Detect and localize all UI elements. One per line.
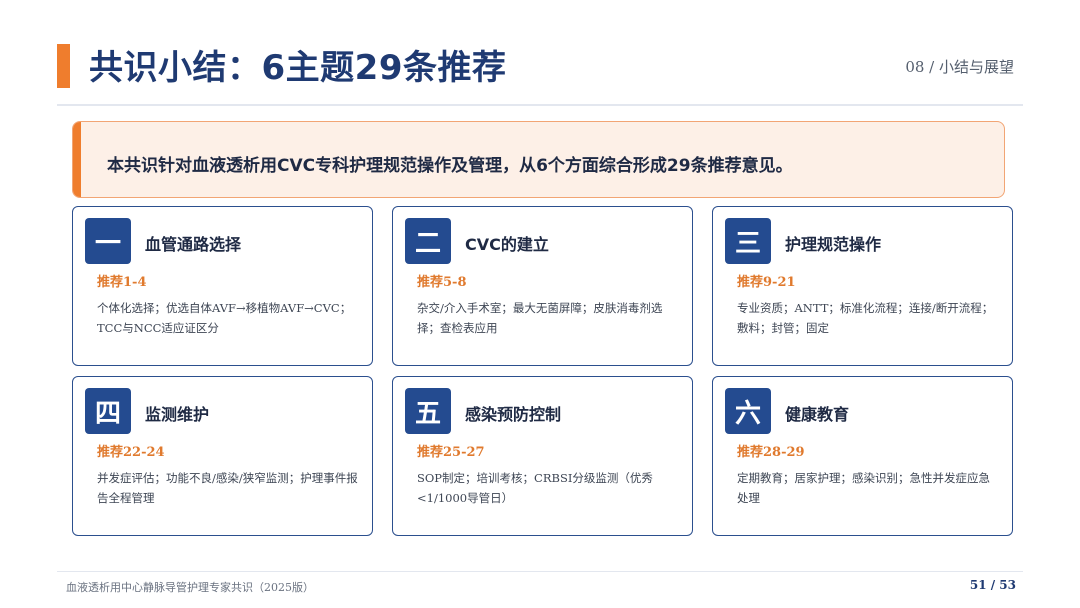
topic-number-badge: 一 [85, 218, 131, 264]
topic-title: 血管通路选择 [145, 235, 242, 254]
topic-description: 定期教育；居家护理；感染识别；急性并发症应急处理 [737, 471, 990, 505]
topic-description: 并发症评估；功能不良/感染/狭窄监测；护理事件报告全程管理 [97, 471, 358, 505]
topic-title: CVC的建立 [465, 235, 549, 254]
topic-card-4: 四 监测维护 推荐22-24 并发症评估；功能不良/感染/狭窄监测；护理事件报告… [72, 376, 373, 536]
topic-title: 感染预防控制 [465, 405, 562, 424]
topic-description: 专业资质；ANTT；标准化流程；连接/断开流程；敷料；封管；固定 [737, 301, 994, 335]
title-accent-bar [57, 44, 70, 88]
topic-number-badge: 五 [405, 388, 451, 434]
recommendation-range: 推荐9-21 [737, 275, 796, 290]
title-divider [57, 104, 1023, 106]
topic-card-6: 六 健康教育 推荐28-29 定期教育；居家护理；感染识别；急性并发症应急处理 [712, 376, 1013, 536]
topic-description: 杂交/介入手术室；最大无菌屏障；皮肤消毒剂选择；查检表应用 [417, 301, 663, 335]
topic-number-badge: 三 [725, 218, 771, 264]
topic-title: 护理规范操作 [785, 235, 882, 254]
recommendation-range: 推荐25-27 [417, 445, 485, 460]
recommendation-range: 推荐5-8 [417, 275, 467, 290]
topic-description: 个体化选择；优选自体AVF→移植物AVF→CVC；TCC与NCC适应证区分 [97, 301, 352, 335]
summary-callout: 本共识针对血液透析用CVC专科护理规范操作及管理，从6个方面综合形成29条推荐意… [72, 121, 1005, 198]
topic-card-2: 二 CVC的建立 推荐5-8 杂交/介入手术室；最大无菌屏障；皮肤消毒剂选择；查… [392, 206, 693, 366]
callout-accent-bar [73, 122, 81, 197]
topic-title: 健康教育 [785, 405, 850, 424]
footer-divider [57, 571, 1023, 572]
page-number: 51 / 53 [969, 578, 1016, 592]
topic-number-badge: 四 [85, 388, 131, 434]
section-label: 08 / 小结与展望 [905, 58, 1014, 76]
page-title: 共识小结：6主题29条推荐 [89, 48, 507, 88]
topic-description: SOP制定；培训考核；CRBSI分级监测（优秀<1/1000导管日） [417, 471, 653, 505]
topic-number-badge: 二 [405, 218, 451, 264]
recommendation-range: 推荐28-29 [737, 445, 805, 460]
topic-card-5: 五 感染预防控制 推荐25-27 SOP制定；培训考核；CRBSI分级监测（优秀… [392, 376, 693, 536]
recommendation-range: 推荐1-4 [97, 275, 147, 290]
callout-text: 本共识针对血液透析用CVC专科护理规范操作及管理，从6个方面综合形成29条推荐意… [107, 156, 793, 176]
footer-source: 血液透析用中心静脉导管护理专家共识（2025版） [66, 581, 314, 594]
recommendation-range: 推荐22-24 [97, 445, 165, 460]
topic-card-3: 三 护理规范操作 推荐9-21 专业资质；ANTT；标准化流程；连接/断开流程；… [712, 206, 1013, 366]
topic-title: 监测维护 [145, 405, 210, 424]
topic-card-1: 一 血管通路选择 推荐1-4 个体化选择；优选自体AVF→移植物AVF→CVC；… [72, 206, 373, 366]
topic-number-badge: 六 [725, 388, 771, 434]
